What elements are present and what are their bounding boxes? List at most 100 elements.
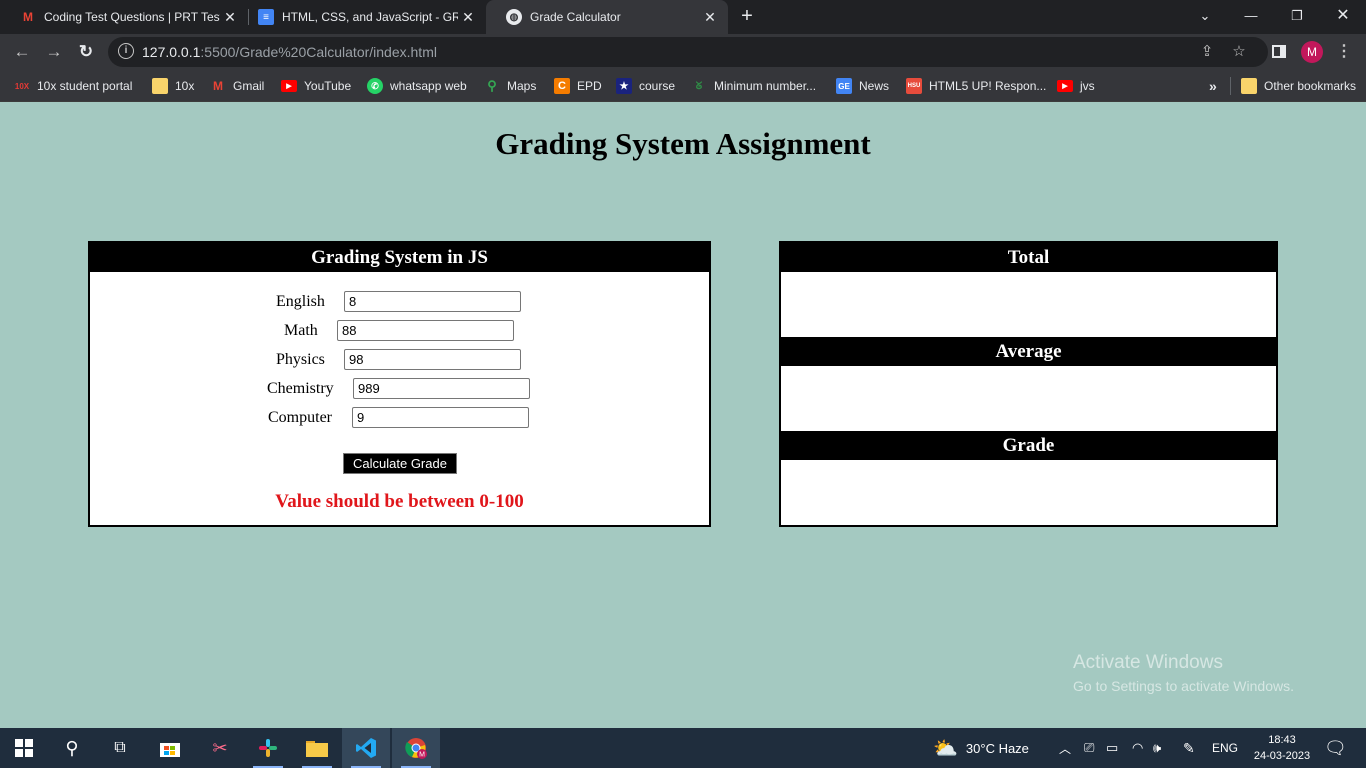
english-input[interactable] xyxy=(344,291,521,312)
validation-error: Value should be between 0-100 xyxy=(275,491,524,512)
search-icon[interactable]: ⚲ xyxy=(48,728,96,768)
side-panel-icon[interactable] xyxy=(1272,45,1286,58)
svg-text:M: M xyxy=(419,752,425,759)
average-value xyxy=(781,366,1276,431)
news-icon: GE xyxy=(836,78,852,94)
bookmark-whatsapp[interactable]: ✆ whatsapp web xyxy=(367,77,467,95)
tab-html-css-js[interactable]: ≡ HTML, CSS, and JavaScript - GRA ✕ xyxy=(238,0,486,34)
minimize-button[interactable]: — xyxy=(1228,0,1274,34)
profile-avatar[interactable]: M xyxy=(1301,41,1323,63)
tab-strip: M Coding Test Questions | PRT Test ✕ ≡ H… xyxy=(0,0,1366,34)
whatsapp-icon: ✆ xyxy=(367,78,383,94)
bookmark-html5up[interactable]: HSU HTML5 UP! Respon... xyxy=(906,77,1046,95)
bookmark-10x-student-portal[interactable]: 10X 10x student portal xyxy=(14,77,133,95)
chrome-icon[interactable]: M xyxy=(392,728,440,768)
page-title: Grading System Assignment xyxy=(495,126,871,161)
chemistry-row: Chemistry xyxy=(267,380,334,398)
computer-input[interactable] xyxy=(352,407,529,428)
task-view-icon[interactable]: ⧉ xyxy=(96,728,144,768)
computer-row: Computer xyxy=(268,409,332,427)
html5up-icon: HSU xyxy=(906,78,922,94)
address-bar[interactable]: i 127.0.0.1:5500/Grade%20Calculator/inde… xyxy=(108,37,1268,67)
url-text: 127.0.0.1:5500/Grade%20Calculator/index.… xyxy=(142,44,437,60)
bookmark-news[interactable]: GE News xyxy=(836,77,889,95)
clock-date: 24-03-2023 xyxy=(1253,750,1311,762)
tab-title: Grade Calculator xyxy=(530,10,621,24)
restore-button[interactable]: ❐ xyxy=(1274,0,1320,34)
bookmark-youtube[interactable]: ▶ YouTube xyxy=(281,77,351,95)
forward-button[interactable]: → xyxy=(40,38,68,66)
meet-now-icon[interactable]: ⎚ xyxy=(1084,728,1094,768)
youtube-icon: ▶ xyxy=(281,80,297,92)
bookmarks-overflow-button[interactable]: » xyxy=(1209,77,1217,95)
site-info-icon[interactable]: i xyxy=(118,43,134,59)
tab-search-icon[interactable]: ⌄ xyxy=(1182,0,1228,34)
total-value xyxy=(781,272,1276,337)
back-button[interactable]: ← xyxy=(8,38,36,66)
total-heading: Total xyxy=(781,243,1276,272)
calculate-grade-button[interactable]: Calculate Grade xyxy=(343,453,457,474)
bookmark-star-icon[interactable]: ☆ xyxy=(1230,43,1248,61)
globe-icon: ◍ xyxy=(506,9,522,25)
share-icon[interactable]: ⇪ xyxy=(1198,43,1216,61)
bookmark-10x[interactable]: 10x xyxy=(152,77,194,95)
tab-title: HTML, CSS, and JavaScript - GRA xyxy=(282,10,458,24)
english-row: English xyxy=(276,293,325,311)
docs-icon: ≡ xyxy=(258,9,274,25)
weather-widget[interactable]: ⛅ 30°C Haze xyxy=(933,728,1029,768)
snipping-tool-icon[interactable]: ✂ xyxy=(196,728,244,768)
clock-time: 18:43 xyxy=(1268,734,1296,746)
epd-icon: C xyxy=(554,78,570,94)
tab-grade-calculator[interactable]: ◍ Grade Calculator ✕ xyxy=(486,0,728,34)
bookmark-epd[interactable]: C EPD xyxy=(554,77,602,95)
store-icon[interactable] xyxy=(146,728,194,768)
vscode-icon[interactable] xyxy=(342,728,390,768)
physics-label: Physics xyxy=(276,351,325,368)
file-explorer-icon[interactable] xyxy=(293,728,341,768)
physics-input[interactable] xyxy=(344,349,521,370)
maps-icon: ⚲ xyxy=(487,78,497,93)
battery-icon[interactable]: ▭ xyxy=(1106,728,1118,768)
form-heading: Grading System in JS xyxy=(90,243,709,272)
gmail-icon: M xyxy=(23,10,33,24)
math-input[interactable] xyxy=(337,320,514,341)
watermark-line-2: Go to Settings to activate Windows. xyxy=(1073,678,1294,694)
pen-icon[interactable]: ✎ xyxy=(1183,728,1195,768)
clock[interactable]: 18:43 24-03-2023 xyxy=(1244,732,1320,764)
activate-windows-watermark: Activate Windows Go to Settings to activ… xyxy=(1073,652,1294,694)
bookmark-course[interactable]: ★ course xyxy=(616,77,675,95)
folder-icon xyxy=(1241,78,1257,94)
notification-center-icon[interactable]: 🗨 xyxy=(1324,728,1347,768)
grade-value xyxy=(781,460,1276,525)
bookmark-jvs[interactable]: ▶ jvs xyxy=(1057,77,1095,95)
windows-taskbar: ⚲ ⧉ ✂ M ⛅ 30°C Haze ︿ ⎚ ▭ ◠ 🕪 ✎ ENG 18:4… xyxy=(0,728,1366,768)
show-hidden-icons[interactable]: ︿ xyxy=(1059,728,1071,768)
gfg-icon: ᘜ xyxy=(695,80,703,92)
close-window-button[interactable]: ✕ xyxy=(1320,0,1366,34)
average-heading: Average xyxy=(781,337,1276,366)
chemistry-label: Chemistry xyxy=(267,380,334,397)
tab-title: Coding Test Questions | PRT Test xyxy=(44,10,220,24)
tab-coding-test[interactable]: M Coding Test Questions | PRT Test ✕ xyxy=(0,0,248,34)
english-label: English xyxy=(276,293,325,310)
physics-row: Physics xyxy=(276,351,325,369)
menu-kebab-icon[interactable]: ⋮ xyxy=(1336,40,1352,64)
new-tab-button[interactable]: + xyxy=(735,5,759,29)
bookmark-maps[interactable]: ⚲ Maps xyxy=(484,77,536,95)
bookmark-gmail[interactable]: M Gmail xyxy=(210,77,264,95)
bookmarks-bar: 10X 10x student portal 10x M Gmail ▶ You… xyxy=(0,70,1366,102)
close-tab-icon[interactable]: ✕ xyxy=(458,9,478,26)
wifi-icon[interactable]: ◠ xyxy=(1132,728,1143,768)
10x-icon: 10X xyxy=(14,81,30,91)
volume-icon[interactable]: 🕪 xyxy=(1153,728,1161,768)
bookmark-other-bookmarks[interactable]: Other bookmarks xyxy=(1230,77,1356,95)
windows-start-icon[interactable] xyxy=(0,728,48,768)
close-tab-icon[interactable]: ✕ xyxy=(220,9,240,26)
star-icon: ★ xyxy=(616,78,632,94)
close-tab-icon[interactable]: ✕ xyxy=(700,9,720,26)
chemistry-input[interactable] xyxy=(353,378,530,399)
bookmark-minimum-number[interactable]: ᘜ Minimum number... xyxy=(691,77,816,95)
slack-icon[interactable] xyxy=(244,728,292,768)
reload-button[interactable]: ↻ xyxy=(72,38,100,66)
language-indicator[interactable]: ENG xyxy=(1212,728,1238,768)
